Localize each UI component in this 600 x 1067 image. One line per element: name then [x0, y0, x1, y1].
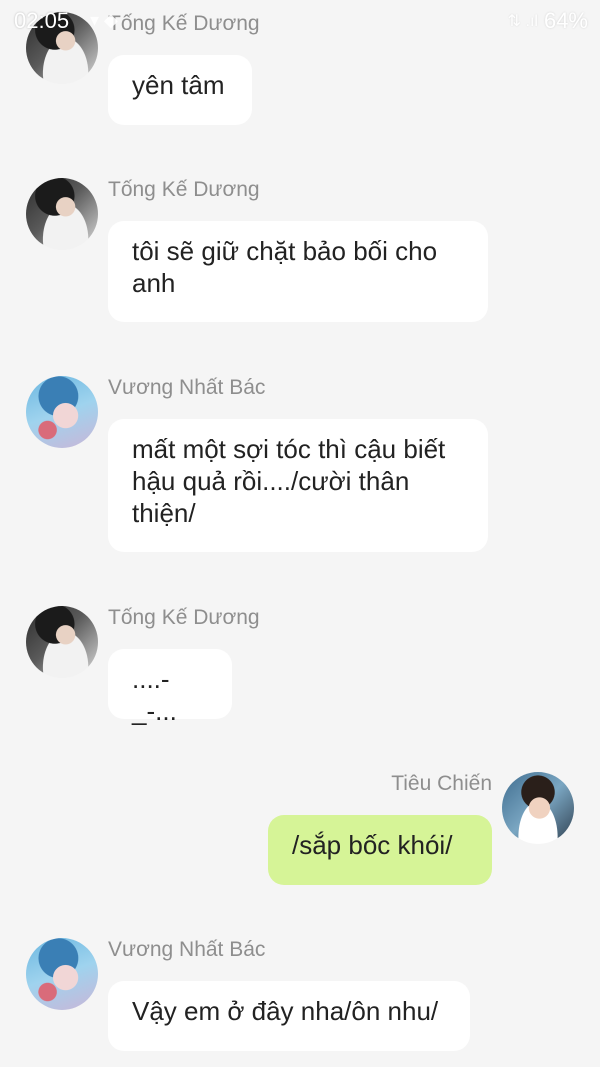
sender-name: Vương Nhất Bác — [108, 938, 266, 961]
avatar-vuong-nhat-bac[interactable] — [26, 376, 98, 448]
sender-name: Tiêu Chiến — [391, 772, 492, 795]
avatar-tong-ke-duong[interactable] — [26, 178, 98, 250]
avatar-tong-ke-duong[interactable] — [26, 12, 98, 84]
message-bubble[interactable]: yên tâm — [108, 55, 252, 125]
sender-name: Tống Kế Dương — [108, 178, 260, 201]
battery-level: 64% — [543, 8, 588, 33]
message-bubble[interactable]: mất một sợi tóc thì cậu biết hậu quả rồi… — [108, 419, 488, 552]
status-right: ⇅ .ıl 64% — [508, 8, 588, 34]
sender-name: Vương Nhất Bác — [108, 376, 266, 399]
sender-name: Tống Kế Dương — [108, 12, 260, 35]
message-bubble[interactable]: Vậy em ở đây nha/ôn nhu/ — [108, 981, 470, 1051]
sender-name: Tống Kế Dương — [108, 606, 260, 629]
signal-icon: ⇅ .ıl — [507, 13, 538, 30]
message-bubble[interactable]: /sắp bốc khói/ — [268, 815, 492, 885]
message-bubble[interactable]: ....-_-... — [108, 649, 232, 726]
avatar-tong-ke-duong[interactable] — [26, 606, 98, 678]
avatar-tieu-chien[interactable] — [502, 772, 574, 844]
message-bubble[interactable]: tôi sẽ giữ chặt bảo bối cho anh — [108, 221, 488, 322]
avatar-vuong-nhat-bac[interactable] — [26, 938, 98, 1010]
